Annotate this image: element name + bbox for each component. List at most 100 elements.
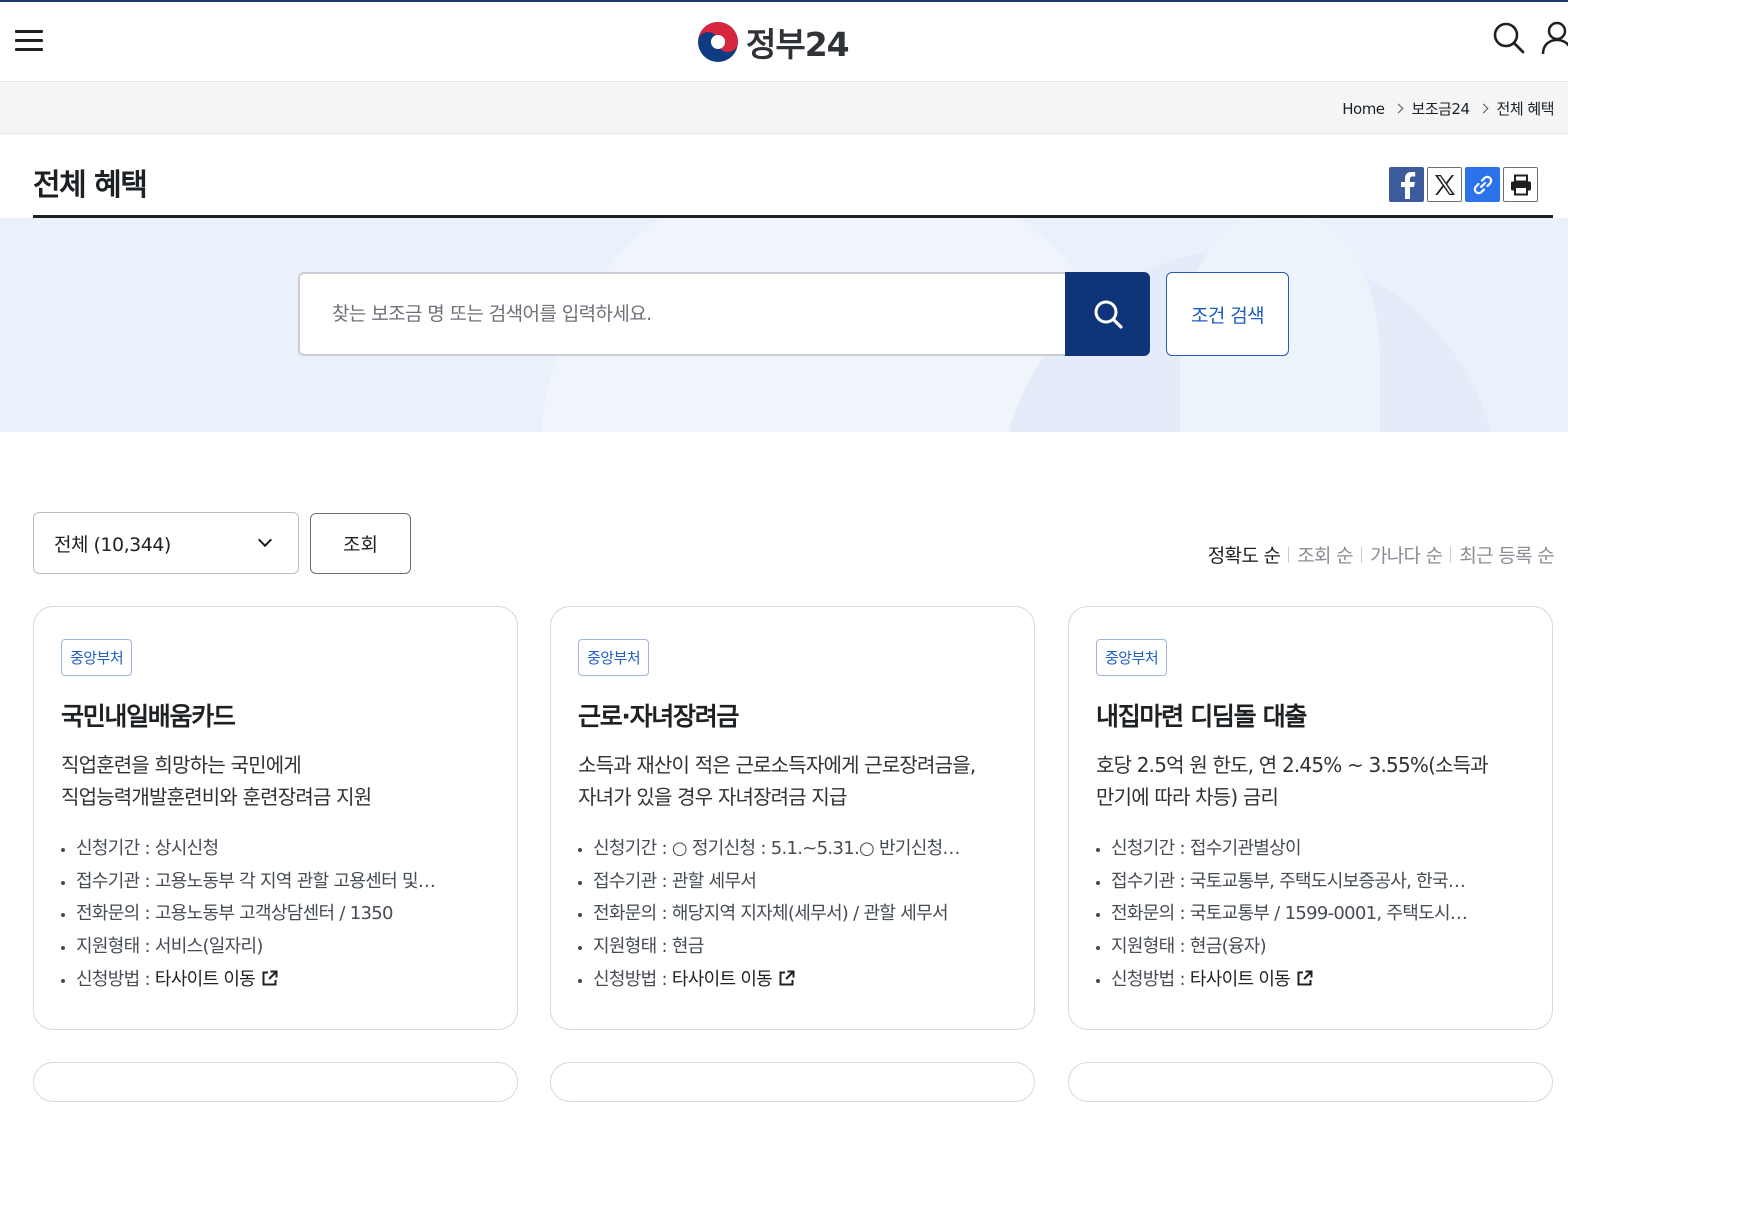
condition-search-button[interactable]: 조건 검색 [1166, 272, 1289, 356]
info-label: 전화문의 : [76, 903, 155, 925]
benefit-description: 호당 2.5억 원 한도, 연 2.45% ~ 3.55%(소득과 만기에 따라… [1096, 749, 1536, 813]
sort-views[interactable]: 조회 순 [1297, 541, 1353, 568]
sort-alphabetical[interactable]: 가나다 순 [1370, 541, 1443, 568]
benefit-card[interactable]: 중앙부처 내집마련 디딤돌 대출 호당 2.5억 원 한도, 연 2.45% ~… [1068, 606, 1553, 1030]
info-value: 현금(융자) [1189, 936, 1267, 958]
breadcrumb-home[interactable]: Home [1342, 100, 1385, 118]
chevron-right-icon [1393, 103, 1403, 114]
info-support-type: 지원형태 : 서비스(일자리) [61, 931, 491, 964]
facebook-share-button[interactable] [1389, 167, 1424, 202]
info-apply-method: 신청방법 : 타사이트 이동 [61, 964, 491, 997]
info-value: ○ 정기신청 : 5.1.~5.31.○ 반기신청… [671, 838, 961, 859]
print-button[interactable] [1503, 167, 1538, 202]
info-label: 신청방법 : [1111, 968, 1190, 990]
benefit-info-list: 신청기간 : ○ 정기신청 : 5.1.~5.31.○ 반기신청… 접수기관 :… [578, 833, 1008, 996]
info-value: 관할 세무서 [671, 870, 757, 892]
benefit-title[interactable]: 국민내일배움카드 [61, 697, 236, 733]
external-site-link[interactable]: 타사이트 이동 [155, 969, 256, 990]
info-label: 접수기관 : [1111, 870, 1190, 892]
breadcrumb-bar: Home 보조금24 전체 혜택 [0, 82, 1568, 134]
external-link-icon[interactable] [1296, 970, 1313, 987]
description-line: 자녀가 있을 경우 자녀장려금 지급 [578, 785, 847, 809]
info-value: 서비스(일자리) [154, 936, 264, 958]
benefit-title[interactable]: 근로·자녀장려금 [578, 697, 739, 733]
external-site-link[interactable]: 타사이트 이동 [672, 969, 773, 990]
info-agency: 접수기관 : 관할 세무서 [578, 866, 1008, 899]
benefit-card[interactable] [33, 1062, 518, 1102]
user-icon[interactable] [1540, 20, 1568, 56]
benefit-card[interactable] [550, 1062, 1035, 1102]
info-period: 신청기간 : ○ 정기신청 : 5.1.~5.31.○ 반기신청… [578, 833, 1008, 866]
info-label: 신청방법 : [593, 968, 672, 990]
info-apply-method: 신청방법 : 타사이트 이동 [578, 964, 1008, 997]
info-label: 신청방법 : [76, 968, 155, 990]
info-support-type: 지원형태 : 현금(융자) [1096, 931, 1526, 964]
info-label: 지원형태 : [76, 936, 155, 958]
facebook-icon [1400, 171, 1415, 199]
category-select-value: 전체 (10,344) [54, 533, 171, 556]
copy-link-button[interactable] [1465, 167, 1500, 202]
benefit-title[interactable]: 내집마련 디딤돌 대출 [1096, 697, 1307, 733]
info-value: 국토교통부 / 1599-0001, 주택도시… [1189, 903, 1468, 925]
printer-icon [1510, 174, 1531, 195]
info-value: 고용노동부 고객상담센터 / 1350 [154, 903, 394, 925]
breadcrumb-current[interactable]: 전체 혜택 [1497, 98, 1555, 119]
benefit-card[interactable] [1068, 1062, 1553, 1102]
share-toolbar [1389, 167, 1538, 202]
menu-icon[interactable] [14, 26, 44, 56]
info-value: 상시신청 [154, 838, 219, 859]
description-line: 만기에 따라 차등) 금리 [1096, 785, 1279, 809]
sort-recent[interactable]: 최근 등록 순 [1459, 541, 1554, 568]
page-title: 전체 혜택 [33, 168, 148, 203]
benefit-description: 직업훈련을 희망하는 국민에게 직업능력개발훈련비와 훈련장려금 지원 [61, 749, 501, 813]
info-support-type: 지원형태 : 현금 [578, 931, 1008, 964]
info-agency: 접수기관 : 고용노동부 각 지역 관할 고용센터 및… [61, 866, 491, 899]
agency-badge: 중앙부처 [578, 639, 650, 676]
description-line: 소득과 재산이 적은 근로소득자에게 근로장려금을, [578, 753, 976, 777]
info-label: 지원형태 : [1111, 936, 1190, 958]
info-value: 고용노동부 각 지역 관할 고용센터 및… [154, 870, 436, 892]
benefit-card[interactable]: 중앙부처 근로·자녀장려금 소득과 재산이 적은 근로소득자에게 근로장려금을,… [550, 606, 1035, 1030]
benefit-card[interactable]: 중앙부처 국민내일배움카드 직업훈련을 희망하는 국민에게 직업능력개발훈련비와… [33, 606, 518, 1030]
breadcrumb: Home 보조금24 전체 혜택 [1342, 98, 1554, 119]
external-site-link[interactable]: 타사이트 이동 [1190, 969, 1291, 990]
info-label: 접수기관 : [593, 870, 672, 892]
chevron-down-icon [257, 532, 273, 548]
sort-options: 정확도 순 조회 순 가나다 순 최근 등록 순 [1208, 541, 1555, 568]
logo-text: 정부24 [746, 25, 850, 64]
external-link-icon[interactable] [778, 970, 795, 987]
description-line: 직업능력개발훈련비와 훈련장려금 지원 [61, 785, 372, 809]
info-label: 전화문의 : [1111, 903, 1190, 925]
external-link-icon[interactable] [261, 970, 278, 987]
link-icon [1473, 175, 1492, 194]
info-label: 신청기간 : [593, 838, 672, 859]
agency-badge: 중앙부처 [61, 639, 133, 676]
info-label: 접수기관 : [76, 870, 155, 892]
search-icon[interactable] [1490, 20, 1526, 56]
site-logo[interactable]: 정부24 [696, 20, 850, 64]
sort-accuracy[interactable]: 정확도 순 [1208, 541, 1281, 568]
info-contact: 전화문의 : 고용노동부 고객상담센터 / 1350 [61, 898, 491, 931]
breadcrumb-subsidy24[interactable]: 보조금24 [1412, 98, 1471, 119]
search-field [298, 272, 1068, 356]
info-label: 신청기간 : [76, 838, 155, 859]
info-agency: 접수기관 : 국토교통부, 주택도시보증공사, 한국… [1096, 866, 1526, 899]
info-value: 해당지역 지자체(세무서) / 관할 세무서 [671, 903, 949, 925]
info-label: 신청기간 : [1111, 838, 1190, 859]
category-select[interactable]: 전체 (10,344) [33, 512, 299, 574]
info-period: 신청기간 : 상시신청 [61, 833, 491, 866]
description-line: 호당 2.5억 원 한도, 연 2.45% ~ 3.55%(소득과 [1096, 753, 1489, 777]
query-button[interactable]: 조회 [310, 513, 411, 574]
search-icon [1094, 300, 1123, 329]
taegeuk-emblem-icon [698, 22, 738, 62]
description-line: 직업훈련을 희망하는 국민에게 [61, 753, 302, 777]
info-period: 신청기간 : 접수기관별상이 [1096, 833, 1526, 866]
site-header: 정부24 [0, 2, 1568, 82]
agency-badge: 중앙부처 [1096, 639, 1168, 676]
search-submit-button[interactable] [1065, 272, 1150, 356]
subsidy-search-input[interactable] [300, 274, 1068, 354]
info-contact: 전화문의 : 해당지역 지자체(세무서) / 관할 세무서 [578, 898, 1008, 931]
benefit-info-list: 신청기간 : 접수기관별상이 접수기관 : 국토교통부, 주택도시보증공사, 한… [1096, 833, 1526, 996]
info-value: 접수기관별상이 [1189, 838, 1302, 859]
x-share-button[interactable] [1427, 167, 1462, 202]
